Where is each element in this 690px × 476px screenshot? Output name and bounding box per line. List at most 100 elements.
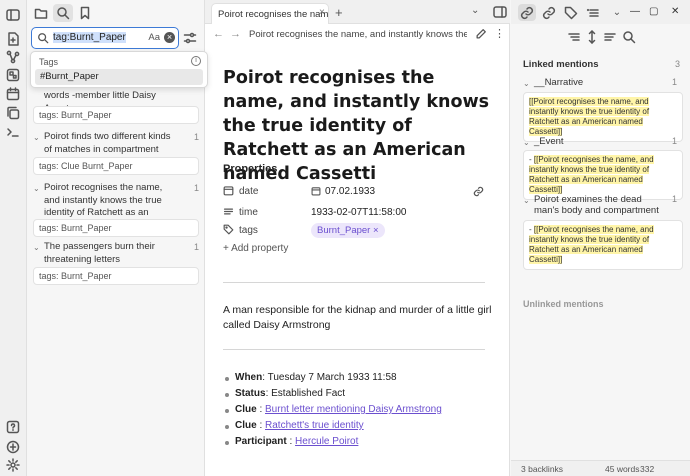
breadcrumb[interactable]: Poirot recognises the name, and instantl… bbox=[249, 29, 467, 40]
divider bbox=[223, 282, 485, 283]
chevron-down-icon[interactable]: ⌄ bbox=[523, 195, 530, 206]
tag-suggestion[interactable]: #Burnt_Paper bbox=[35, 69, 203, 85]
add-note-icon[interactable] bbox=[6, 32, 20, 46]
new-tab-icon[interactable]: + bbox=[335, 5, 343, 20]
tab-backlinks[interactable] bbox=[518, 4, 536, 21]
list-item[interactable]: Status: Established Fact bbox=[224, 388, 345, 399]
note-tab[interactable]: Poirot recognises the nam... bbox=[211, 3, 329, 24]
search-query[interactable]: tag:Burnt_Paper bbox=[53, 32, 126, 43]
canvas-icon[interactable] bbox=[6, 68, 20, 82]
clear-search-icon[interactable]: × bbox=[164, 32, 175, 43]
close-tab-icon[interactable]: × bbox=[319, 7, 325, 18]
linked-mentions-heading[interactable]: Linked mentions bbox=[523, 59, 598, 70]
result-match[interactable]: tags: Burnt_Paper bbox=[33, 106, 199, 124]
view-header: ← → Poirot recognises the name, and inst… bbox=[205, 24, 509, 46]
add-property-button[interactable]: + Add property bbox=[223, 243, 288, 254]
character-count: 332 characters bbox=[640, 464, 680, 476]
property-time[interactable]: time 1933-02-07T11:58:00 bbox=[223, 204, 503, 222]
expand-icon[interactable] bbox=[585, 30, 599, 44]
divider bbox=[223, 349, 485, 350]
chevron-down-icon[interactable]: ⌄ bbox=[523, 137, 530, 148]
list-item[interactable]: Participant : Hercule Poirot bbox=[224, 436, 358, 447]
chevron-down-icon[interactable]: ⌄ bbox=[523, 78, 530, 89]
outgoing-link-icon bbox=[542, 6, 556, 19]
edit-icon[interactable] bbox=[475, 28, 487, 40]
note-paragraph[interactable]: A man responsible for the kidnap and mur… bbox=[223, 303, 493, 333]
result-match[interactable]: tags: Burnt_Paper bbox=[33, 219, 199, 237]
editor: ← → Poirot recognises the name, and inst… bbox=[205, 24, 510, 476]
backlink-context[interactable]: - [[Poirot recognises the name, and inst… bbox=[523, 220, 683, 270]
tab-bar: Poirot recognises the nam... × + ⌄ bbox=[205, 0, 510, 24]
minimize-button[interactable]: — bbox=[630, 6, 640, 17]
list-item[interactable]: When: Tuesday 7 March 1933 11:58 bbox=[225, 372, 397, 383]
tab-outgoing-links[interactable] bbox=[540, 4, 558, 21]
right-panel-tabs: ⌄ — ▢ ✕ bbox=[511, 0, 690, 24]
calendar-icon[interactable] bbox=[6, 87, 20, 101]
backlink-context[interactable]: [[Poirot recognises the name, and instan… bbox=[523, 92, 683, 142]
calendar-icon bbox=[311, 187, 321, 196]
tag-icon bbox=[223, 224, 234, 235]
folder-icon bbox=[34, 8, 48, 19]
toggle-right-sidebar-icon[interactable] bbox=[493, 5, 507, 19]
search-input[interactable]: tag:Burnt_Paper Aa × bbox=[31, 27, 179, 49]
search-icon[interactable] bbox=[622, 30, 636, 44]
collapse-icon[interactable] bbox=[567, 30, 581, 44]
unlinked-mentions-heading[interactable]: Unlinked mentions bbox=[523, 299, 604, 309]
link-icon[interactable] bbox=[473, 186, 484, 197]
backlink-context[interactable]: - [[Poirot recognises the name, and inst… bbox=[523, 150, 683, 200]
right-sidebar: Linked mentions 3 ⌄ __Narrative 1 [[Poir… bbox=[511, 24, 690, 476]
search-settings-button[interactable] bbox=[183, 31, 197, 45]
tab-bookmarks[interactable] bbox=[75, 4, 95, 22]
list-item[interactable]: Clue : Burnt letter mentioning Daisy Arm… bbox=[225, 404, 442, 415]
bookmark-icon bbox=[80, 6, 90, 20]
vault-icon[interactable] bbox=[6, 440, 20, 454]
search-icon bbox=[57, 7, 70, 20]
tag-icon bbox=[564, 6, 578, 19]
backlink-toolbar bbox=[561, 30, 641, 44]
sliders-icon bbox=[183, 32, 197, 44]
graph-icon[interactable] bbox=[6, 50, 20, 64]
forward-arrow-icon[interactable]: → bbox=[230, 28, 241, 40]
sort-icon[interactable] bbox=[603, 30, 617, 44]
settings-icon[interactable] bbox=[6, 458, 20, 472]
calendar-icon bbox=[223, 186, 234, 196]
linked-mentions-count: 3 bbox=[674, 59, 680, 69]
chevron-down-icon[interactable]: ⌄ bbox=[33, 183, 40, 196]
terminal-icon[interactable] bbox=[6, 125, 20, 139]
property-tags[interactable]: tags Burnt_Paper × bbox=[223, 222, 503, 240]
search-icon bbox=[38, 33, 49, 44]
status-bar: 3 backlinks 45 words 332 characters bbox=[511, 460, 690, 476]
tab-tags[interactable] bbox=[562, 4, 580, 21]
tab-search[interactable] bbox=[53, 4, 73, 22]
result-match[interactable]: tags: Clue Burnt_Paper bbox=[33, 157, 199, 175]
internal-link[interactable]: Ratchett's true identity bbox=[265, 420, 364, 431]
info-icon[interactable]: i bbox=[191, 56, 201, 66]
sidebar-toggle-icon[interactable] bbox=[6, 8, 20, 22]
chevron-down-icon[interactable]: ⌄ bbox=[608, 4, 626, 21]
chevron-down-icon[interactable]: ⌄ bbox=[33, 242, 40, 255]
dropdown-title: Tags bbox=[39, 57, 59, 67]
match-case-button[interactable]: Aa bbox=[148, 32, 160, 43]
property-date[interactable]: date 07.02.1933 bbox=[223, 183, 503, 201]
copy-icon[interactable] bbox=[6, 106, 20, 120]
tab-outline[interactable] bbox=[584, 4, 602, 21]
help-icon[interactable] bbox=[6, 420, 20, 434]
backlink-icon bbox=[520, 6, 534, 19]
chevron-down-icon[interactable]: ⌄ bbox=[33, 132, 40, 145]
maximize-button[interactable]: ▢ bbox=[649, 6, 658, 17]
back-arrow-icon[interactable]: ← bbox=[213, 28, 224, 40]
list-item[interactable]: Clue : Ratchett's true identity bbox=[225, 420, 364, 431]
internal-link[interactable]: Burnt letter mentioning Daisy Armstrong bbox=[265, 404, 442, 415]
tab-files[interactable] bbox=[31, 4, 51, 22]
result-match[interactable]: tags: Burnt_Paper bbox=[33, 267, 199, 285]
properties-heading[interactable]: Properties bbox=[223, 163, 277, 175]
backlinks-count[interactable]: 3 backlinks bbox=[521, 464, 563, 474]
more-options-icon[interactable]: ⋮ bbox=[494, 27, 505, 40]
list-icon bbox=[223, 208, 234, 215]
tag-pill[interactable]: Burnt_Paper × bbox=[311, 223, 385, 238]
tag-suggestion-dropdown: Tags i #Burnt_Paper bbox=[30, 51, 208, 88]
internal-link[interactable]: Hercule Poirot bbox=[295, 436, 358, 447]
close-window-button[interactable]: ✕ bbox=[671, 6, 679, 17]
word-count: 45 words bbox=[605, 464, 640, 474]
tab-list-chevron-icon[interactable]: ⌄ bbox=[471, 5, 479, 16]
